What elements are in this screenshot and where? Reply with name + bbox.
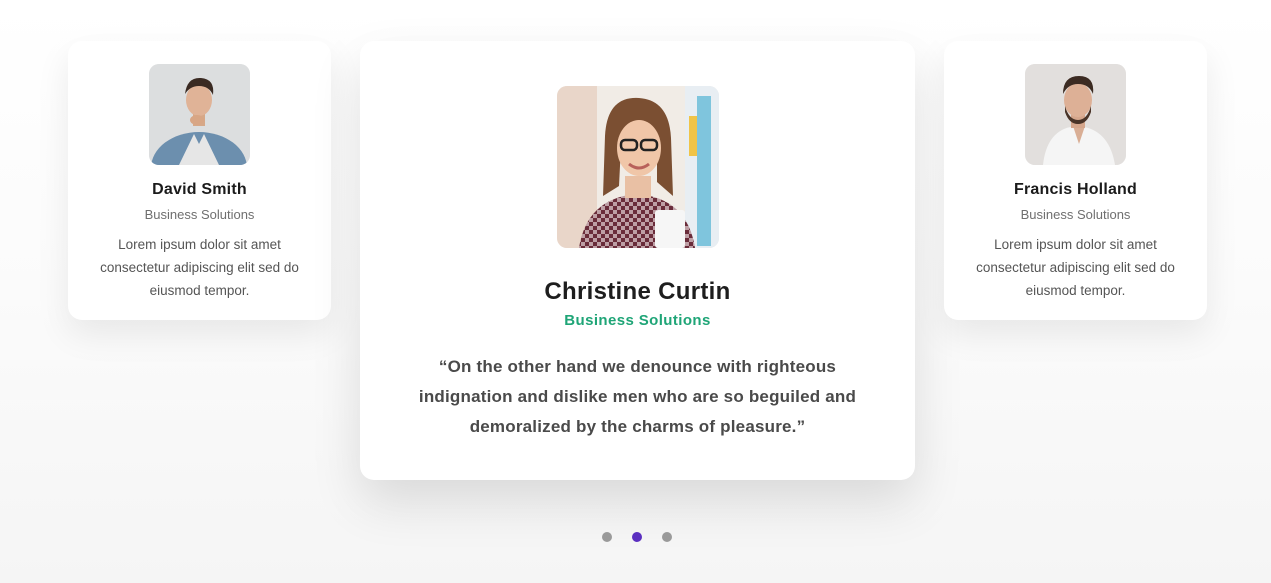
carousel-dot-3[interactable]: [662, 532, 672, 542]
testimonial-name: David Smith: [152, 181, 247, 198]
testimonial-card-david-smith[interactable]: David Smith Business Solutions Lorem ips…: [68, 41, 331, 320]
carousel-dot-1[interactable]: [602, 532, 612, 542]
carousel-dot-2[interactable]: [632, 532, 642, 542]
testimonial-role: Business Solutions: [144, 207, 255, 222]
avatar: [149, 64, 250, 165]
avatar-photo-man-denim-jacket: [149, 64, 250, 165]
avatar: [1025, 64, 1126, 165]
avatar-photo-man-white-shirt: [1025, 64, 1126, 165]
testimonial-name: Christine Curtin: [544, 278, 731, 305]
testimonial-name: Francis Holland: [1013, 181, 1138, 198]
avatar: [556, 86, 719, 248]
carousel-pagination: [602, 532, 672, 543]
avatar-photo-woman-glasses: [556, 86, 719, 248]
testimonial-role: Business Solutions: [564, 312, 711, 329]
testimonial-card-christine-curtin[interactable]: Christine Curtin Business Solutions “On …: [360, 41, 915, 480]
testimonial-quote: “On the other hand we denounce with righ…: [418, 357, 857, 436]
testimonial-text: Lorem ipsum dolor sit amet consectetur a…: [976, 237, 1175, 298]
testimonial-role: Business Solutions: [1020, 207, 1131, 222]
testimonial-card-francis-holland[interactable]: Francis Holland Business Solutions Lorem…: [944, 41, 1207, 320]
testimonial-text: Lorem ipsum dolor sit amet consectetur a…: [100, 237, 299, 298]
